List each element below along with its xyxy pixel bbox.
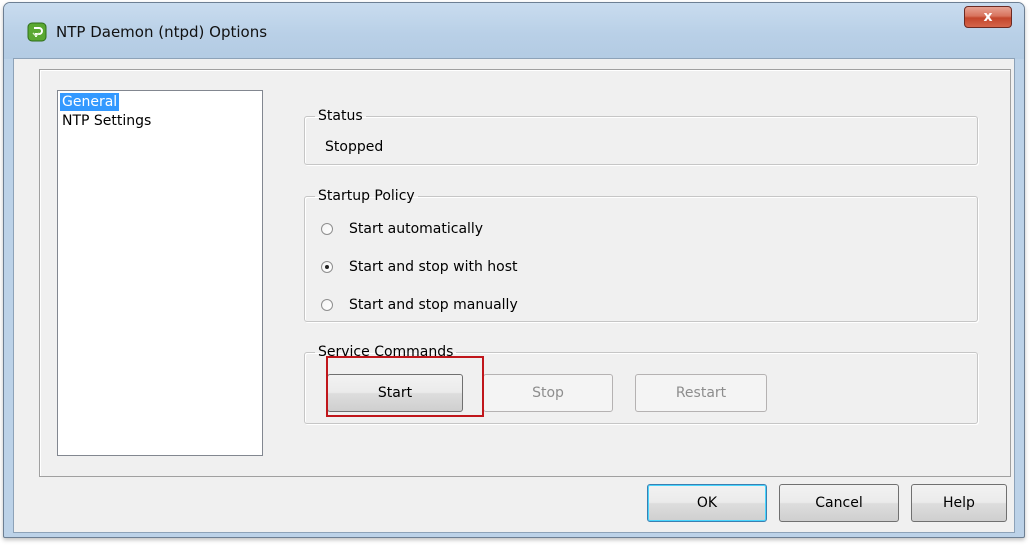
help-button[interactable]: Help	[911, 484, 1007, 522]
stop-button[interactable]: Stop	[483, 374, 613, 412]
service-commands-legend: Service Commands	[318, 344, 454, 360]
radio-start-stop-manually[interactable]: Start and stop manually	[321, 297, 518, 313]
radio-start-stop-with-host[interactable]: Start and stop with host	[321, 259, 518, 275]
radio-start-automatically[interactable]: Start automatically	[321, 221, 483, 237]
status-legend: Status	[318, 108, 363, 124]
startup-policy-legend: Startup Policy	[318, 188, 415, 204]
options-nav-list: General NTP Settings	[57, 90, 263, 456]
app-icon	[27, 22, 47, 42]
dialog-client-area: General NTP Settings Status Stopped Star…	[13, 58, 1015, 533]
status-group: Status Stopped	[304, 108, 978, 165]
close-icon: x	[983, 9, 993, 25]
cancel-button[interactable]: Cancel	[779, 484, 899, 522]
radio-label: Start and stop with host	[349, 259, 518, 275]
title-bar: NTP Daemon (ntpd) Options x	[4, 3, 1024, 59]
status-value: Stopped	[325, 139, 384, 155]
nav-item-ntp-settings[interactable]: NTP Settings	[60, 112, 153, 130]
radio-label: Start automatically	[349, 221, 484, 237]
content-panel: General NTP Settings Status Stopped Star…	[39, 69, 1011, 477]
window-title: NTP Daemon (ntpd) Options	[56, 23, 268, 41]
radio-button[interactable]	[321, 223, 333, 235]
startup-policy-group: Startup Policy Start automatically Start…	[304, 188, 978, 322]
radio-button[interactable]	[321, 299, 333, 311]
nav-item-general[interactable]: General	[60, 93, 120, 111]
dialog-window: NTP Daemon (ntpd) Options x General NTP …	[3, 2, 1025, 538]
start-button[interactable]: Start	[327, 374, 463, 412]
restart-button[interactable]: Restart	[635, 374, 767, 412]
radio-label: Start and stop manually	[349, 297, 518, 313]
close-button[interactable]: x	[964, 6, 1012, 28]
ok-button[interactable]: OK	[647, 484, 767, 522]
service-commands-group: Service Commands Start Stop Restart	[304, 344, 978, 424]
radio-button-checked[interactable]	[321, 261, 333, 273]
